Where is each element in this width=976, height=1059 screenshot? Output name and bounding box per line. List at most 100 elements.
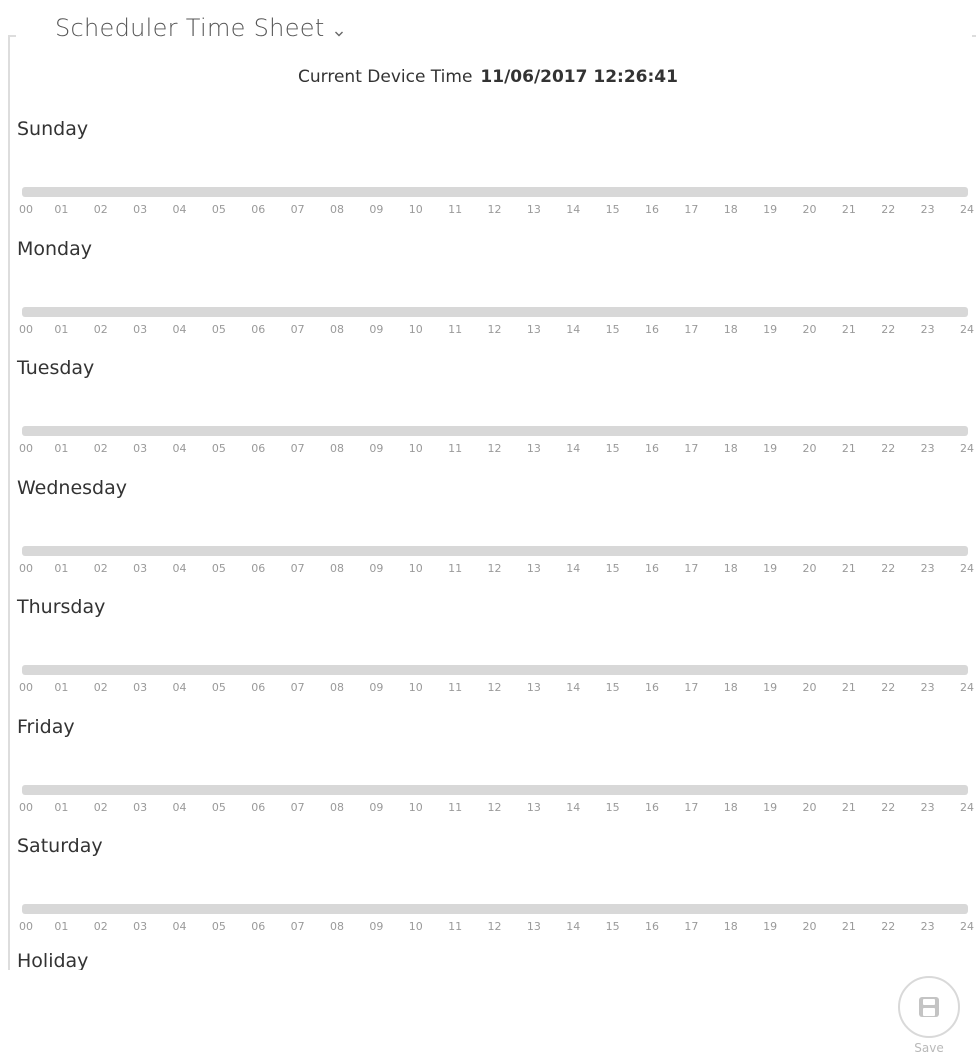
- hour-tick-label: 00: [19, 442, 33, 455]
- hour-tick-label: 24: [960, 442, 974, 455]
- hour-tick-label: 05: [211, 920, 226, 933]
- hour-tick-label: 19: [763, 442, 778, 455]
- hour-tick-label: 12: [487, 203, 502, 216]
- chevron-down-icon: [333, 25, 345, 37]
- hour-tick-label: 04: [172, 681, 187, 694]
- hour-tick-label: 12: [487, 322, 502, 336]
- hour-tick-label: 00: [19, 203, 33, 216]
- hour-tick-label: 01: [54, 322, 69, 336]
- save-button[interactable]: [898, 976, 960, 1038]
- hour-tick-label: 16: [645, 561, 659, 575]
- hour-tick-label: 14: [566, 561, 581, 575]
- hour-tick-label: 11: [448, 920, 463, 933]
- hour-tick-label: 18: [723, 920, 738, 933]
- hour-tick-label: 15: [605, 442, 620, 455]
- hour-tick-label: 08: [330, 681, 344, 694]
- hour-scale: 00 01 02 03 04 05 06 07 08 09 10 11 12 13 14 15 16 17 18 19…: [0, 681, 976, 697]
- save-label: Save: [914, 1041, 944, 1055]
- hour-tick-label: 23: [920, 681, 935, 694]
- hour-tick-label: 06: [251, 800, 266, 814]
- hour-tick-label: 13: [526, 800, 541, 814]
- hour-tick-label: 12: [487, 442, 502, 455]
- hour-scale: 00 01 02 03 04 05 06 07 08 09 10 11 12 13 14 15 16 17 18 19…: [0, 801, 976, 817]
- day-label: Tuesday: [17, 357, 95, 379]
- hour-tick-label: 12: [487, 561, 502, 575]
- hour-tick-label: 20: [802, 800, 817, 814]
- hour-tick-label: 24: [960, 322, 974, 336]
- hour-tick-label: 15: [605, 681, 620, 694]
- hour-tick-label: 10: [408, 322, 423, 336]
- hour-tick-label: 14: [566, 442, 581, 455]
- timeline-bar[interactable]: [22, 545, 968, 556]
- hour-tick-label: 08: [330, 322, 344, 336]
- timeline-bar[interactable]: [22, 665, 968, 675]
- hour-tick-label: 11: [448, 561, 463, 575]
- hour-tick-label: 19: [763, 203, 778, 216]
- hour-tick-label: 02: [93, 322, 108, 336]
- hour-scale: 00 01 02 03 04 05 06 07 08 09 10 11 12 13 14 15 16 17 18 19…: [0, 323, 976, 339]
- hour-tick-label: 20: [802, 203, 817, 216]
- day-label: Wednesday: [17, 476, 128, 499]
- device-time-label: Current Device Time: [298, 67, 473, 87]
- day-row-holiday: Holiday: [0, 950, 976, 970]
- hour-tick-label: 22: [881, 561, 896, 575]
- section-frame-corner: [8, 35, 16, 37]
- hour-tick-label: 18: [723, 322, 738, 336]
- hour-tick-label: 01: [54, 681, 69, 694]
- hour-tick-label: 24: [960, 203, 974, 216]
- hour-tick-label: 14: [566, 681, 581, 694]
- hour-tick-label: 18: [723, 681, 738, 694]
- hour-tick-label: 23: [920, 203, 935, 216]
- timeline-bar[interactable]: [22, 187, 968, 197]
- hour-tick-label: 22: [881, 322, 896, 336]
- hour-tick-label: 00: [19, 920, 33, 933]
- day-row-wednesday: Wednesday 00 01 02 03 04 05 06 07 08 09 10 11 12 13 14 1…: [0, 477, 976, 587]
- timeline-bar[interactable]: [22, 784, 968, 795]
- hour-tick-label: 10: [408, 442, 423, 455]
- hour-tick-label: 09: [369, 800, 384, 814]
- hour-tick-label: 21: [841, 322, 856, 336]
- hour-tick-label: 24: [960, 800, 974, 814]
- hour-tick-label: 02: [93, 800, 108, 814]
- hour-tick-label: 11: [448, 203, 463, 216]
- hour-tick-label: 20: [802, 920, 817, 933]
- hour-tick-label: 14: [566, 800, 581, 814]
- hour-tick-label: 21: [841, 800, 856, 814]
- hour-tick-label: 13: [526, 561, 541, 575]
- hour-tick-label: 08: [330, 561, 344, 575]
- hour-tick-label: 22: [881, 203, 896, 216]
- hour-tick-label: 06: [251, 322, 266, 336]
- hour-tick-label: 05: [211, 322, 226, 336]
- hour-tick-label: 06: [251, 442, 266, 455]
- timeline-bar[interactable]: [22, 904, 968, 914]
- hour-tick-label: 07: [290, 561, 305, 575]
- hour-tick-label: 03: [133, 800, 148, 814]
- day-label-holiday: Holiday: [17, 950, 89, 970]
- hour-tick-label: 21: [841, 681, 856, 694]
- hour-tick-label: 23: [920, 920, 935, 933]
- hour-tick-label: 10: [408, 920, 423, 933]
- hour-tick-label: 14: [566, 203, 581, 216]
- timeline-bar[interactable]: [22, 306, 968, 317]
- section-header-toggle[interactable]: Scheduler Time Sheet: [55, 10, 345, 46]
- hour-tick-label: 19: [763, 920, 778, 933]
- timeline-bar[interactable]: [22, 426, 968, 436]
- hour-tick-label: 18: [723, 561, 738, 575]
- hour-tick-label: 05: [211, 681, 226, 694]
- hour-tick-label: 04: [172, 800, 187, 814]
- hour-tick-label: 16: [645, 442, 659, 455]
- hour-tick-label: 18: [723, 442, 738, 455]
- hour-tick-label: 19: [763, 561, 778, 575]
- day-label: Thursday: [17, 596, 106, 618]
- hour-tick-label: 06: [251, 203, 266, 216]
- hour-tick-label: 22: [881, 800, 896, 814]
- day-row-sunday: Sunday 00 01 02 03 04 05 06 07 08 09 10 11 12 13 14 15 16…: [0, 118, 976, 228]
- hour-tick-label: 19: [763, 322, 778, 336]
- hour-tick-label: 04: [172, 442, 187, 455]
- hour-tick-label: 20: [802, 322, 817, 336]
- hour-tick-label: 17: [684, 681, 699, 694]
- hour-tick-label: 00: [19, 800, 33, 814]
- hour-tick-label: 12: [487, 920, 502, 933]
- hour-tick-label: 24: [960, 920, 974, 933]
- hour-tick-label: 10: [408, 203, 423, 216]
